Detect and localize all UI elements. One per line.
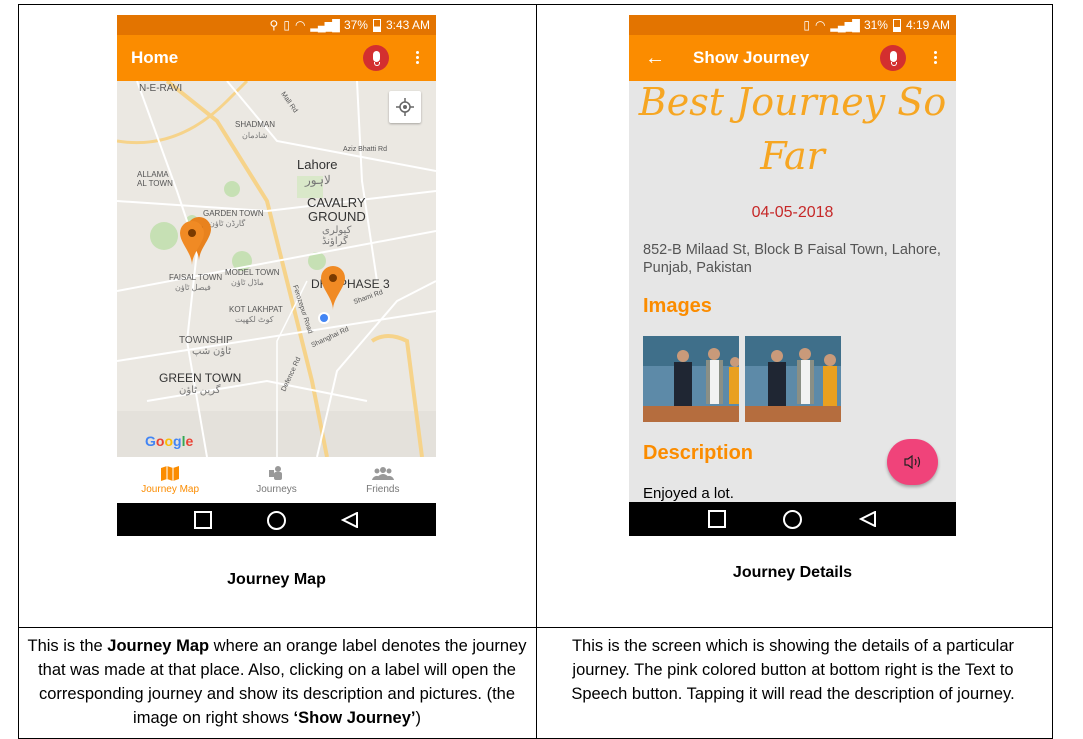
status-bar: ⚲ ▯ ◠ ▂▄▆█ 37% 3:43 AM — [117, 15, 436, 35]
battery-percent: 31% — [863, 18, 888, 32]
page-title: Show Journey — [693, 48, 810, 67]
recents-button[interactable] — [707, 510, 726, 528]
back-button[interactable] — [859, 511, 877, 527]
friends-icon — [371, 467, 394, 480]
caption-journey-details: Journey Details — [732, 564, 853, 581]
crosshair-icon — [396, 98, 414, 116]
app-bar: ← Show Journey — [629, 35, 956, 81]
mic-button[interactable] — [880, 45, 906, 71]
journey-detail-content[interactable]: Best Journey So Far 04-05-2018 852-B Mil… — [629, 81, 956, 502]
back-arrow-icon[interactable]: ← — [645, 47, 665, 70]
table-row-divider — [19, 627, 1052, 628]
page-title: Home — [131, 48, 179, 67]
photo-image — [643, 336, 739, 422]
nav-journey-map[interactable]: Journey Map — [117, 457, 223, 503]
journey-marker[interactable] — [321, 266, 345, 310]
mic-icon — [889, 50, 897, 62]
nav-label: Journeys — [256, 484, 297, 495]
app-bar: Home — [117, 35, 436, 81]
wifi-icon: ◠ — [294, 18, 306, 32]
home-button[interactable] — [782, 509, 802, 529]
back-button[interactable] — [340, 512, 359, 528]
vibrate-icon: ▯ — [803, 18, 810, 32]
text-to-speech-button[interactable] — [887, 439, 938, 485]
status-bar: ▯ ◠ ▂▄▆█ 31% 4:19 AM — [629, 15, 956, 35]
overflow-menu-button[interactable] — [415, 49, 419, 66]
show-journey-screenshot: ▯ ◠ ▂▄▆█ 31% 4:19 AM ← Show Journey Best… — [629, 15, 956, 536]
status-time: 4:19 AM — [905, 18, 950, 32]
mic-stand-icon — [374, 62, 380, 66]
system-navigation-bar — [117, 503, 436, 536]
mic-stand-icon — [891, 62, 897, 66]
current-location-dot — [318, 312, 330, 324]
journey-title-line1: Best Journey So — [638, 81, 947, 124]
journey-marker[interactable] — [180, 221, 204, 265]
wifi-icon: ◠ — [814, 18, 826, 32]
battery-percent: 37% — [343, 18, 368, 32]
journeys-icon — [269, 466, 283, 480]
google-logo: Google — [145, 433, 194, 449]
journey-date: 04-05-2018 — [751, 204, 834, 221]
journey-markers — [180, 217, 345, 324]
nav-journeys[interactable]: Journeys — [223, 457, 329, 503]
vibrate-icon: ▯ — [283, 18, 290, 32]
map-view[interactable]: N-E-RAVI SHADMAN شادمان Mall Rd Aziz Bha… — [117, 81, 436, 457]
mic-button[interactable] — [363, 45, 389, 71]
battery-icon — [372, 18, 381, 32]
journey-photo[interactable] — [745, 336, 841, 422]
description-right: This is the screen which is showing the … — [571, 637, 1015, 703]
desc-left-bold: Journey Map — [107, 637, 210, 655]
table-column-divider — [536, 5, 537, 738]
photo-image — [745, 336, 841, 422]
description-left: This is the Journey Map where an orange … — [26, 634, 528, 730]
signal-icon: ▂▄▆█ — [830, 19, 859, 32]
status-time: 3:43 AM — [385, 18, 430, 32]
bottom-navigation: Journey Map Journeys Friends — [117, 457, 436, 503]
my-location-button[interactable] — [389, 91, 421, 123]
desc-left-end: ) — [415, 709, 421, 727]
map-icon — [161, 466, 180, 481]
journey-photo[interactable] — [643, 336, 739, 422]
mic-icon — [372, 50, 380, 62]
description-text: Enjoyed a lot. — [643, 485, 734, 502]
caption-journey-map: Journey Map — [227, 571, 326, 588]
nav-label: Friends — [366, 484, 400, 495]
nav-friends[interactable]: Friends — [330, 457, 436, 503]
signal-icon: ▂▄▆█ — [310, 19, 339, 32]
location-icon: ⚲ — [269, 18, 279, 32]
recents-button[interactable] — [194, 511, 213, 529]
home-button[interactable] — [266, 510, 286, 530]
desc-left-prefix: This is the — [27, 637, 108, 655]
images-heading: Images — [643, 295, 712, 317]
journey-address: 852-B Milaad St, Block B Faisal Town, La… — [643, 242, 941, 276]
speaker-icon — [903, 455, 920, 469]
journey-title: Best Journey So Far — [629, 81, 956, 183]
nav-label: Journey Map — [141, 484, 200, 495]
system-navigation-bar — [629, 502, 956, 536]
description-heading: Description — [643, 442, 754, 464]
desc-left-quote: ‘Show Journey’ — [293, 709, 416, 727]
battery-icon — [892, 18, 901, 32]
overflow-menu-button[interactable] — [933, 49, 937, 66]
journey-title-line2: Far — [760, 134, 825, 178]
journey-map-screenshot: ⚲ ▯ ◠ ▂▄▆█ 37% 3:43 AM Home N-E-RAVI SHA… — [117, 15, 436, 536]
